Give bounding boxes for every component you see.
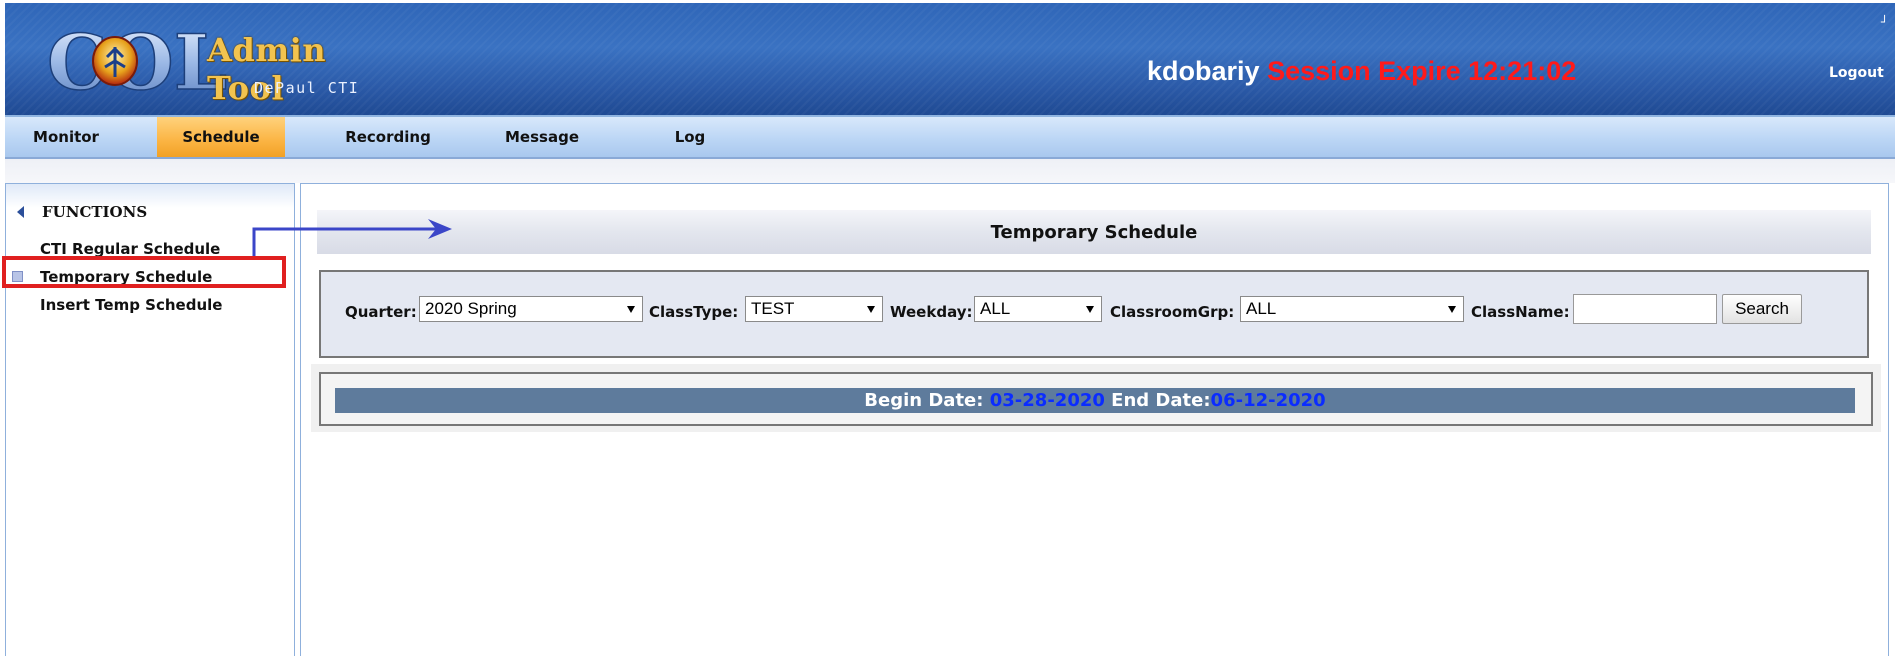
quarter-select-value: 2020 Spring [425, 299, 517, 318]
date-range-section: Begin Date: 03-28-2020 End Date:06-12-20… [311, 364, 1881, 432]
date-range-bar: Begin Date: 03-28-2020 End Date:06-12-20… [335, 388, 1855, 413]
sidebar-item-insert-temp-schedule[interactable]: Insert Temp Schedule [40, 296, 222, 314]
window-resize-icon: ┘ [1881, 15, 1889, 29]
tab-message[interactable]: Message [492, 117, 592, 157]
classroomgrp-select[interactable]: ALL [1240, 296, 1464, 322]
chevron-down-icon [1086, 306, 1094, 313]
classtype-select[interactable]: TEST [745, 296, 883, 322]
app-logo: COL Admin Tool DePaul CTI [47, 21, 407, 107]
nav-separator [5, 159, 1895, 183]
chevron-down-icon [1448, 306, 1456, 313]
functions-sidebar: FUNCTIONS CTI Regular Schedule Temporary… [5, 183, 295, 656]
classroomgrp-label: ClassroomGrp: [1110, 303, 1235, 321]
page-title: Temporary Schedule [990, 222, 1198, 243]
logout-link[interactable]: Logout [1829, 65, 1884, 81]
collapse-triangle-icon[interactable] [17, 206, 24, 218]
weekday-label: Weekday: [890, 303, 973, 321]
bullet-icon [12, 271, 23, 282]
chevron-down-icon [867, 306, 875, 313]
filter-panel: Quarter: 2020 Spring ClassType: TEST Wee… [319, 270, 1869, 358]
quarter-select[interactable]: 2020 Spring [419, 296, 643, 322]
end-date-label: End Date: [1111, 390, 1211, 411]
app-header: COL Admin Tool DePaul CTI kdobariy Sessi… [5, 3, 1895, 117]
weekday-select-value: ALL [980, 299, 1011, 318]
classtype-label: ClassType: [649, 303, 739, 321]
chevron-down-icon [627, 306, 635, 313]
username: kdobariy [1147, 56, 1260, 86]
classroomgrp-select-value: ALL [1246, 299, 1277, 318]
end-date-value: 06-12-2020 [1210, 390, 1326, 411]
logo-subtitle: DePaul CTI [254, 79, 360, 97]
selected-item-highlight-box [2, 256, 286, 288]
sidebar-title: FUNCTIONS [42, 203, 148, 221]
date-range-panel: Begin Date: 03-28-2020 End Date:06-12-20… [319, 372, 1873, 426]
search-button[interactable]: Search [1722, 294, 1802, 324]
begin-date-label: Begin Date: [864, 390, 984, 411]
tab-recording[interactable]: Recording [335, 117, 441, 157]
main-nav-bar: Monitor Schedule Recording Message Log [5, 117, 1895, 159]
classname-label: ClassName: [1471, 303, 1570, 321]
page-title-bar: Temporary Schedule [317, 210, 1871, 254]
content-panel: Temporary Schedule Quarter: 2020 Spring … [300, 183, 1889, 656]
tab-schedule[interactable]: Schedule [157, 117, 285, 157]
quarter-label: Quarter: [345, 303, 417, 321]
weekday-select[interactable]: ALL [974, 296, 1102, 322]
classname-input[interactable] [1573, 294, 1717, 324]
user-session-info: kdobariy Session Expire 12:21:02 [1147, 56, 1576, 87]
session-expire-timer: Session Expire 12:21:02 [1267, 56, 1577, 86]
tab-log[interactable]: Log [660, 117, 720, 157]
classtype-select-value: TEST [751, 299, 795, 318]
tab-monitor[interactable]: Monitor [23, 117, 109, 157]
begin-date-value: 03-28-2020 [989, 390, 1105, 411]
